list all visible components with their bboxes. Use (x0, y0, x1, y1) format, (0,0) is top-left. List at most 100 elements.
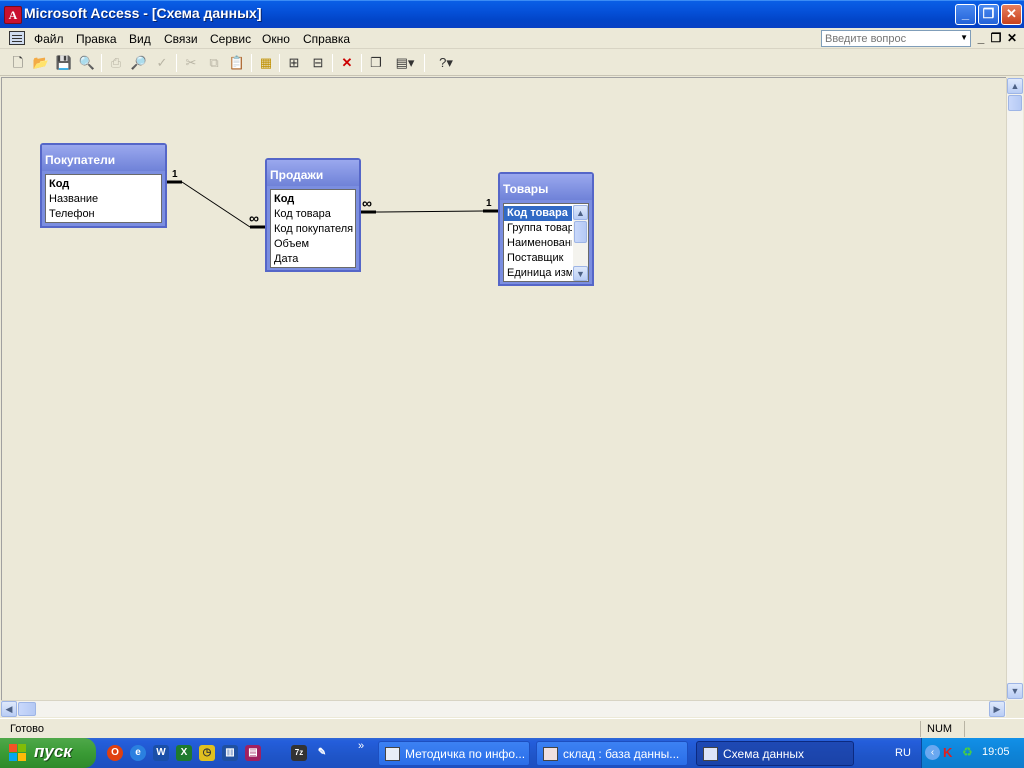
table-title[interactable]: Товары (500, 174, 592, 200)
relation-one-label: 1 (172, 169, 178, 180)
field-item[interactable]: Код (46, 177, 161, 192)
scroll-thumb[interactable] (574, 221, 587, 243)
cut-icon[interactable]: ✂ (181, 53, 201, 73)
field-item[interactable]: Наименовани (504, 236, 572, 251)
document-window-icon[interactable] (9, 31, 25, 45)
database-icon (543, 747, 558, 761)
status-divider (920, 721, 921, 737)
spelling-icon[interactable]: ✓ (152, 53, 172, 73)
field-list-scrollbar[interactable]: ▲ ▼ (573, 205, 588, 281)
menu-help[interactable]: Справка (303, 32, 350, 46)
field-item[interactable]: Код товара (271, 207, 355, 222)
excel-icon[interactable]: X (176, 745, 192, 761)
help-icon[interactable]: ?▾ (431, 53, 461, 73)
field-list: Код Код товара Код покупателя Объем Дата (270, 189, 356, 268)
search-icon[interactable]: 🔍 (77, 53, 97, 73)
mdi-close-button[interactable]: ✕ (1006, 31, 1018, 45)
table-title[interactable]: Продажи (267, 160, 359, 186)
save-icon[interactable]: 💾 (54, 53, 74, 73)
winrar-icon[interactable]: ▤ (245, 745, 261, 761)
scroll-left-icon[interactable]: ◀ (1, 701, 17, 717)
menu-edit[interactable]: Правка (76, 32, 117, 46)
field-item[interactable]: Телефон (46, 207, 161, 222)
toolbar-separator (332, 54, 333, 72)
window-title: Microsoft Access - [Схема данных] (24, 5, 262, 21)
tray-app-icon[interactable]: ♻ (962, 745, 973, 759)
print-preview-icon[interactable]: 🔎 (129, 53, 149, 73)
menu-view[interactable]: Вид (129, 32, 151, 46)
menu-tools[interactable]: Сервис (210, 32, 251, 46)
table-sales[interactable]: Продажи Код Код товара Код покупателя Об… (265, 158, 361, 272)
task-word-document[interactable]: Методичка по инфо... (378, 741, 530, 766)
field-item[interactable]: Название (46, 192, 161, 207)
task-database[interactable]: склад : база данны... (536, 741, 688, 766)
toolbar-separator (361, 54, 362, 72)
field-item[interactable]: Дата (271, 252, 355, 267)
field-item[interactable]: Единица изме (504, 266, 572, 281)
copy-icon[interactable]: ⧉ (204, 53, 224, 73)
num-lock-indicator: NUM (927, 723, 953, 735)
ask-question-input[interactable] (822, 31, 952, 46)
open-icon[interactable]: 📂 (31, 53, 51, 73)
sevenzip-icon[interactable]: 7z (291, 745, 307, 761)
mdi-minimize-button[interactable]: _ (975, 31, 987, 45)
scroll-up-icon[interactable]: ▲ (573, 205, 588, 220)
menu-file[interactable]: Файл (34, 32, 64, 46)
print-icon[interactable]: ⎙ (106, 53, 126, 73)
word-icon[interactable]: W (153, 745, 169, 761)
status-divider (964, 721, 965, 737)
new-object-icon[interactable]: ❐ (366, 53, 386, 73)
table-customers[interactable]: Покупатели Код Название Телефон (40, 143, 167, 228)
task-relationships[interactable]: Схема данных (696, 741, 854, 766)
mdi-restore-button[interactable]: ❐ (990, 31, 1002, 45)
menu-relations[interactable]: Связи (164, 32, 198, 46)
show-direct-icon[interactable]: ⊞ (284, 53, 304, 73)
field-item[interactable]: Поставщик (504, 251, 572, 266)
delete-icon[interactable]: ✕ (337, 53, 357, 73)
scroll-thumb[interactable] (1008, 95, 1022, 111)
far-manager-icon[interactable]: ▥ (222, 745, 238, 761)
tray-expand-icon[interactable]: ‹ (925, 745, 940, 760)
taskbar: пуск O e W X ◷ ▥ ▤ 7z ✎ » Методичка по и… (0, 738, 1024, 768)
internet-explorer-icon[interactable]: e (130, 745, 146, 761)
scroll-right-icon[interactable]: ▶ (989, 701, 1005, 717)
show-all-icon[interactable]: ⊟ (308, 53, 328, 73)
toolbar-separator (251, 54, 252, 72)
table-products[interactable]: Товары Код товара Группа товар Наименова… (498, 172, 594, 286)
field-item[interactable]: Объем (271, 237, 355, 252)
outlook-icon[interactable]: ◷ (199, 745, 215, 761)
scroll-thumb[interactable] (18, 702, 36, 716)
title-bar[interactable]: A Microsoft Access - [Схема данных] _ ❐ … (0, 0, 1024, 28)
close-button[interactable]: ✕ (1001, 4, 1022, 25)
start-button[interactable]: пуск (0, 738, 96, 768)
field-item[interactable]: Группа товар (504, 221, 572, 236)
quick-launch-more-icon[interactable]: » (358, 740, 364, 752)
toolbar-separator (424, 54, 425, 72)
show-table-icon[interactable]: ▦ (256, 53, 276, 73)
access-app-icon[interactable]: A (4, 6, 22, 24)
field-item-selected[interactable]: Код товара (504, 206, 572, 221)
opera-icon[interactable]: O (107, 745, 123, 761)
field-item[interactable]: Код покупателя (271, 222, 355, 237)
restore-button[interactable]: ❐ (978, 4, 999, 25)
tool-icon[interactable]: ✎ (314, 745, 330, 761)
ask-question-box[interactable]: ▼ (821, 30, 971, 47)
horizontal-scrollbar[interactable]: ◀ ▶ (1, 700, 1006, 717)
menu-window[interactable]: Окно (262, 32, 290, 46)
field-item[interactable]: Код (271, 192, 355, 207)
language-indicator[interactable]: RU (895, 747, 911, 759)
status-text: Готово (10, 723, 44, 735)
database-window-icon[interactable]: ▤▾ (390, 53, 420, 73)
antivirus-icon[interactable]: K (943, 745, 952, 760)
chevron-down-icon[interactable]: ▼ (960, 33, 968, 42)
table-title[interactable]: Покупатели (42, 145, 165, 171)
scroll-down-icon[interactable]: ▼ (1007, 683, 1023, 699)
clock[interactable]: 19:05 (982, 746, 1010, 758)
minimize-button[interactable]: _ (955, 4, 976, 25)
field-list: Код товара Группа товар Наименовани Пост… (503, 203, 589, 282)
vertical-scrollbar[interactable]: ▲ ▼ (1006, 78, 1023, 700)
scroll-up-icon[interactable]: ▲ (1007, 78, 1023, 94)
paste-icon[interactable]: 📋 (227, 53, 247, 73)
new-icon[interactable]: 🗋 (8, 53, 28, 73)
scroll-down-icon[interactable]: ▼ (573, 266, 588, 281)
